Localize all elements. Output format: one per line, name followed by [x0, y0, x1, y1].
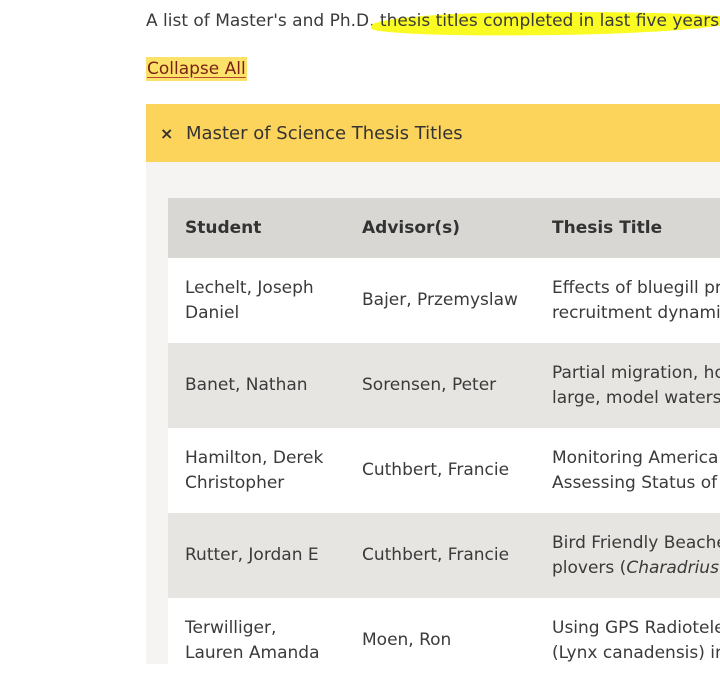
thesis-title-cell: Bird Friendly Beaches plovers (Charadriu… — [535, 513, 720, 598]
student-name-line: Lauren Amanda — [185, 641, 345, 666]
thesis-title-line: Monitoring American — [552, 446, 720, 471]
accordion-masters: × Master of Science Thesis Titles Studen… — [146, 104, 720, 664]
thesis-title-line: plovers (Charadrius m — [552, 556, 720, 581]
intro-text-highlighted: thesis titles completed in last five yea… — [375, 11, 720, 31]
accordion-title: Master of Science Thesis Titles — [186, 123, 463, 144]
table-row: Lechelt, Joseph Daniel Bajer, Przemyslaw… — [168, 258, 720, 343]
student-name-line: Christopher — [185, 471, 345, 496]
student-cell: Rutter, Jordan E — [168, 513, 345, 598]
thesis-title-line: large, model watersh — [552, 386, 720, 411]
thesis-table: Student Advisor(s) Thesis Title Lechelt,… — [168, 198, 720, 683]
student-name-line: Hamilton, Derek — [185, 446, 345, 471]
student-cell: Terwilliger, Lauren Amanda — [168, 598, 345, 683]
student-cell: Banet, Nathan — [168, 343, 345, 428]
thesis-title-cell: Partial migration, hor large, model wate… — [535, 343, 720, 428]
student-name-line: Lechelt, Joseph — [185, 276, 345, 301]
column-header-thesis-title: Thesis Title — [535, 198, 720, 258]
column-header-advisor: Advisor(s) — [345, 198, 535, 258]
advisor-cell: Bajer, Przemyslaw — [345, 258, 535, 343]
table-row: Terwilliger, Lauren Amanda Moen, Ron Usi… — [168, 598, 720, 683]
student-name-line: Daniel — [185, 301, 345, 326]
thesis-title-line: (Lynx canadensis) in — [552, 641, 720, 666]
advisor-cell: Sorensen, Peter — [345, 343, 535, 428]
thesis-title-line: Assessing Status of P — [552, 471, 720, 496]
advisor-cell: Moen, Ron — [345, 598, 535, 683]
student-name-line: Rutter, Jordan E — [185, 543, 345, 568]
intro-text: A list of Master's and Ph.D. thesis titl… — [146, 9, 720, 33]
thesis-title-cell: Effects of bluegill pre recruitment dyna… — [535, 258, 720, 343]
advisor-cell: Cuthbert, Francie — [345, 513, 535, 598]
thesis-title-cell: Using GPS Radiotelem (Lynx canadensis) i… — [535, 598, 720, 683]
advisor-cell: Cuthbert, Francie — [345, 428, 535, 513]
table-row: Banet, Nathan Sorensen, Peter Partial mi… — [168, 343, 720, 428]
thesis-title-text: plovers ( — [552, 558, 626, 578]
table-row: Hamilton, Derek Christopher Cuthbert, Fr… — [168, 428, 720, 513]
accordion-header[interactable]: × Master of Science Thesis Titles — [146, 104, 720, 162]
thesis-title-line: Using GPS Radiotelem — [552, 616, 720, 641]
thesis-title-line: Bird Friendly Beaches — [552, 531, 720, 556]
student-name-line: Banet, Nathan — [185, 373, 345, 398]
thesis-title-italic: Charadrius m — [626, 558, 720, 578]
thesis-table-container: Student Advisor(s) Thesis Title Lechelt,… — [168, 198, 720, 683]
collapse-all-link[interactable]: Collapse All — [146, 57, 247, 81]
close-icon[interactable]: × — [160, 124, 176, 143]
student-cell: Hamilton, Derek Christopher — [168, 428, 345, 513]
intro-text-start: A list of Master's and Ph.D. — [146, 11, 375, 31]
thesis-title-line: Effects of bluegill pre — [552, 276, 720, 301]
table-row: Rutter, Jordan E Cuthbert, Francie Bird … — [168, 513, 720, 598]
thesis-title-line: Partial migration, hor — [552, 361, 720, 386]
student-cell: Lechelt, Joseph Daniel — [168, 258, 345, 343]
column-header-student: Student — [168, 198, 345, 258]
thesis-title-cell: Monitoring American Assessing Status of … — [535, 428, 720, 513]
student-name-line: Terwilliger, — [185, 616, 345, 641]
thesis-title-line: recruitment dynamic — [552, 301, 720, 326]
table-header-row: Student Advisor(s) Thesis Title — [168, 198, 720, 258]
